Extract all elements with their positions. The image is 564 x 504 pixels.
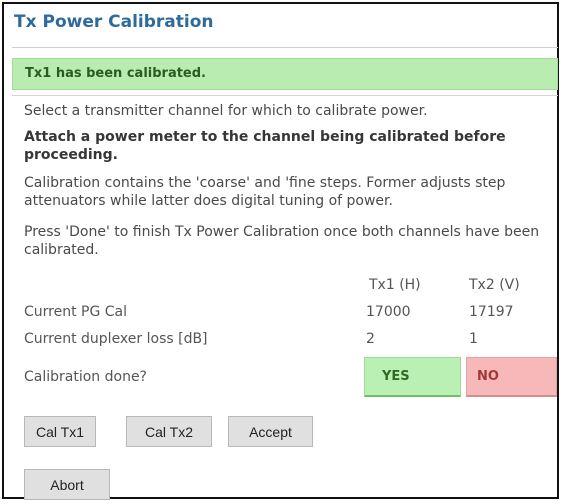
status-banner: Tx1 has been calibrated. bbox=[12, 58, 558, 90]
instruction-calibration-steps: Calibration contains the 'coarse' and 'f… bbox=[24, 175, 506, 209]
tx1-done-badge: YES bbox=[364, 357, 461, 397]
tx2-done-badge: NO bbox=[466, 357, 557, 397]
duplexer-loss-tx1-value: 2 bbox=[366, 331, 375, 347]
instruction-attach-meter: Attach a power meter to the channel bein… bbox=[24, 129, 506, 163]
pg-cal-tx2-value: 17197 bbox=[469, 304, 514, 320]
column-header-tx1: Tx1 (H) bbox=[369, 277, 421, 293]
cal-tx1-button[interactable]: Cal Tx1 bbox=[24, 416, 96, 447]
column-header-tx2: Tx2 (V) bbox=[469, 277, 520, 293]
pg-cal-tx1-value: 17000 bbox=[366, 304, 411, 320]
instruction-press-done: Press 'Done' to finish Tx Power Calibrat… bbox=[24, 224, 540, 258]
abort-button[interactable]: Abort bbox=[24, 469, 110, 500]
accept-button[interactable]: Accept bbox=[228, 416, 313, 447]
cal-tx2-button[interactable]: Cal Tx2 bbox=[126, 416, 212, 447]
row-label-duplexer-loss: Current duplexer loss [dB] bbox=[24, 331, 208, 347]
row-label-pg-cal: Current PG Cal bbox=[24, 304, 128, 320]
calibration-panel: Tx Power Calibration Tx1 has been calibr… bbox=[2, 2, 559, 500]
panel-title: Tx Power Calibration bbox=[14, 12, 214, 32]
title-divider bbox=[12, 47, 558, 48]
row-label-calibration-done: Calibration done? bbox=[24, 369, 147, 385]
instruction-select-channel: Select a transmitter channel for which t… bbox=[24, 103, 428, 119]
banner-divider bbox=[12, 95, 558, 96]
duplexer-loss-tx2-value: 1 bbox=[469, 331, 478, 347]
status-message: Tx1 has been calibrated. bbox=[25, 66, 206, 81]
